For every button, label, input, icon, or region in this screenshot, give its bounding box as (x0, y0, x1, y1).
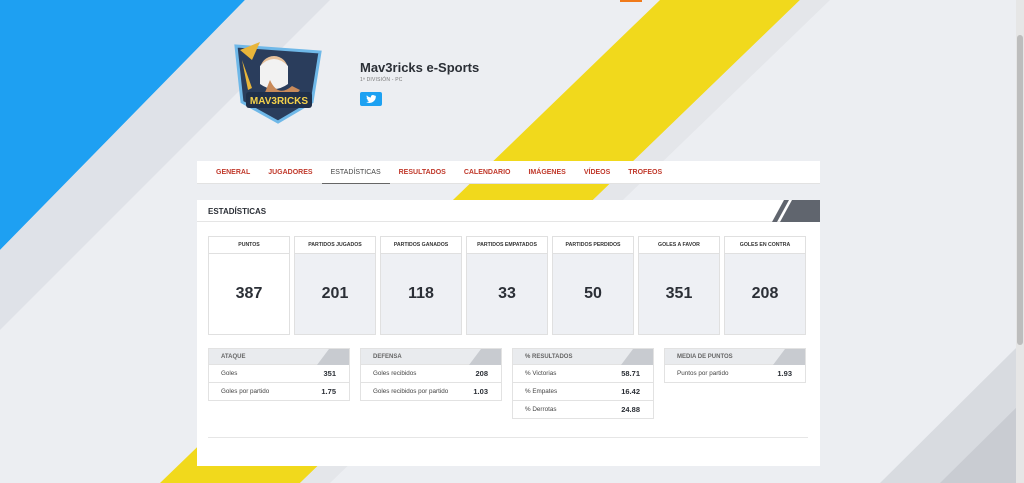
table-row: % Empates 16.42 (512, 383, 654, 401)
row-value: 24.88 (621, 405, 640, 414)
table-row: Goles por partido 1.75 (208, 383, 350, 401)
page-scrollbar[interactable] (1016, 0, 1024, 483)
card-puntos: PUNTOS 387 (208, 236, 290, 335)
row-value: 1.75 (321, 387, 336, 396)
table-row: Goles 351 (208, 365, 350, 383)
card-partidos-empatados: PARTIDOS EMPATADOS 33 (466, 236, 548, 335)
panel-divider (208, 437, 808, 438)
stats-panel: ESTADÍSTICAS PUNTOS 387 PARTIDOS JUGADOS… (197, 200, 820, 466)
row-label: % Derrotas (525, 406, 557, 413)
table-title: ATAQUE (221, 354, 246, 360)
table-row: % Derrotas 24.88 (512, 401, 654, 419)
tab-jugadores[interactable]: JUGADORES (259, 161, 321, 184)
header-corner-decoration (772, 200, 820, 222)
team-division: 1ª DIVISIÓN - PC (360, 77, 403, 83)
table-defensa: DEFENSA Goles recibidos 208 Goles recibi… (360, 348, 502, 419)
table-corner-decoration (773, 349, 805, 365)
row-label: Goles recibidos (373, 370, 417, 377)
tab-calendario[interactable]: CALENDARIO (455, 161, 520, 184)
card-value: 201 (321, 285, 349, 302)
table-row: Puntos por partido 1.93 (664, 365, 806, 383)
table-corner-decoration (317, 349, 349, 365)
row-label: Goles recibidos por partido (373, 388, 449, 395)
card-label: GOLES EN CONTRA (725, 237, 805, 254)
card-label: PUNTOS (209, 237, 289, 254)
card-partidos-jugados: PARTIDOS JUGADOS 201 (294, 236, 376, 335)
row-value: 1.93 (777, 369, 792, 378)
row-value: 1.03 (473, 387, 488, 396)
table-resultados: % RESULTADOS % Victorias 58.71 % Empates… (512, 348, 654, 419)
tab-estadisticas[interactable]: ESTADÍSTICAS (321, 161, 390, 184)
table-corner-decoration (469, 349, 501, 365)
tab-trofeos[interactable]: TROFEOS (619, 161, 671, 184)
row-label: Goles por partido (221, 388, 270, 395)
card-value: 33 (498, 285, 516, 302)
table-title: % RESULTADOS (525, 354, 573, 360)
team-info: Mav3ricks e-Sports 1ª DIVISIÓN - PC (360, 60, 660, 106)
stat-cards: PUNTOS 387 PARTIDOS JUGADOS 201 PARTIDOS… (208, 236, 806, 335)
twitter-icon (366, 95, 376, 103)
card-label: GOLES A FAVOR (639, 237, 719, 254)
tab-imagenes[interactable]: IMÁGENES (519, 161, 574, 184)
logo-text: MAV3RICKS (250, 96, 308, 107)
row-value: 16.42 (621, 387, 640, 396)
card-label: PARTIDOS GANADOS (381, 237, 461, 254)
table-row: % Victorias 58.71 (512, 365, 654, 383)
table-header: % RESULTADOS (512, 348, 654, 365)
row-value: 58.71 (621, 369, 640, 378)
card-goles-en-contra: GOLES EN CONTRA 208 (724, 236, 806, 335)
card-value: 351 (665, 285, 693, 302)
row-value: 351 (323, 369, 336, 378)
tab-videos[interactable]: VÍDEOS (575, 161, 619, 184)
row-label: Goles (221, 370, 238, 377)
card-label: PARTIDOS EMPATADOS (467, 237, 547, 254)
row-value: 208 (475, 369, 488, 378)
card-value: 208 (751, 285, 779, 302)
tab-general[interactable]: GENERAL (207, 161, 259, 184)
card-partidos-ganados: PARTIDOS GANADOS 118 (380, 236, 462, 335)
card-value: 387 (235, 285, 263, 302)
row-label: % Empates (525, 388, 558, 395)
team-tabs: GENERAL JUGADORES ESTADÍSTICAS RESULTADO… (197, 161, 820, 184)
top-accent-bar (620, 0, 642, 2)
stats-title: ESTADÍSTICAS (208, 207, 267, 216)
scrollbar-thumb[interactable] (1017, 35, 1023, 345)
twitter-button[interactable] (360, 92, 382, 106)
table-media-puntos: MEDIA DE PUNTOS Puntos por partido 1.93 (664, 348, 806, 419)
row-label: % Victorias (525, 370, 557, 377)
team-logo: MAV3RICKS (230, 40, 326, 124)
card-partidos-perdidos: PARTIDOS PERDIDOS 50 (552, 236, 634, 335)
table-header: DEFENSA (360, 348, 502, 365)
table-header: ATAQUE (208, 348, 350, 365)
card-value: 50 (584, 285, 602, 302)
table-row: Goles recibidos 208 (360, 365, 502, 383)
table-corner-decoration (621, 349, 653, 365)
table-ataque: ATAQUE Goles 351 Goles por partido 1.75 (208, 348, 350, 419)
table-title: DEFENSA (373, 354, 402, 360)
tab-resultados[interactable]: RESULTADOS (390, 161, 455, 184)
card-value: 118 (408, 285, 434, 302)
table-row: Goles recibidos por partido 1.03 (360, 383, 502, 401)
stat-tables: ATAQUE Goles 351 Goles por partido 1.75 … (208, 348, 806, 419)
card-label: PARTIDOS PERDIDOS (553, 237, 633, 254)
card-label: PARTIDOS JUGADOS (295, 237, 375, 254)
team-name: Mav3ricks e-Sports (360, 60, 480, 75)
card-goles-a-favor: GOLES A FAVOR 351 (638, 236, 720, 335)
table-header: MEDIA DE PUNTOS (664, 348, 806, 365)
table-title: MEDIA DE PUNTOS (677, 354, 733, 360)
stats-panel-header: ESTADÍSTICAS (197, 200, 820, 222)
row-label: Puntos por partido (677, 370, 729, 377)
